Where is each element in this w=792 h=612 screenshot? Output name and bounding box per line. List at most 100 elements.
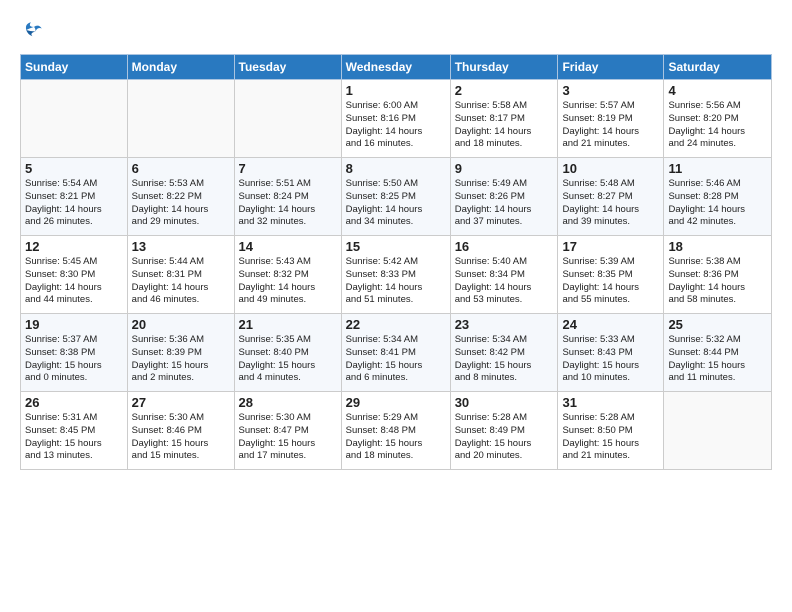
- calendar-body: 1 Sunrise: 6:00 AM Sunset: 8:16 PM Daylig…: [21, 80, 772, 470]
- logo-icon: [20, 16, 48, 44]
- day-number: 1: [346, 83, 446, 98]
- calendar-cell: 9 Sunrise: 5:49 AM Sunset: 8:26 PM Daylig…: [450, 158, 558, 236]
- cell-info: Sunrise: 5:54 AM Sunset: 8:21 PM Dayligh…: [25, 178, 123, 229]
- calendar-cell: 20 Sunrise: 5:36 AM Sunset: 8:39 PM Dayli…: [127, 314, 234, 392]
- cell-info: Sunrise: 5:57 AM Sunset: 8:19 PM Dayligh…: [562, 100, 659, 151]
- day-number: 4: [668, 83, 767, 98]
- calendar-cell: 30Sunrise: 5:28 AM Sunset: 8:49 PM Dayli…: [450, 392, 558, 470]
- logo: [20, 16, 52, 44]
- day-number: 12: [25, 239, 123, 254]
- calendar-cell: 31Sunrise: 5:28 AM Sunset: 8:50 PM Dayli…: [558, 392, 664, 470]
- cell-info: Sunrise: 5:36 AM Sunset: 8:39 PM Dayligh…: [132, 334, 230, 385]
- calendar-cell: 11 Sunrise: 5:46 AM Sunset: 8:28 PM Dayli…: [664, 158, 772, 236]
- cell-info: Sunrise: 5:53 AM Sunset: 8:22 PM Dayligh…: [132, 178, 230, 229]
- calendar-cell: 13 Sunrise: 5:44 AM Sunset: 8:31 PM Dayli…: [127, 236, 234, 314]
- day-number: 19: [25, 317, 123, 332]
- calendar-week-row: 26 Sunrise: 5:31 AM Sunset: 8:45 PM Dayli…: [21, 392, 772, 470]
- calendar-cell: 16 Sunrise: 5:40 AM Sunset: 8:34 PM Dayli…: [450, 236, 558, 314]
- calendar-cell: 29Sunrise: 5:29 AM Sunset: 8:48 PM Dayli…: [341, 392, 450, 470]
- calendar-week-row: 12 Sunrise: 5:45 AM Sunset: 8:30 PM Dayli…: [21, 236, 772, 314]
- calendar-week-row: 1 Sunrise: 6:00 AM Sunset: 8:16 PM Daylig…: [21, 80, 772, 158]
- day-number: 23: [455, 317, 554, 332]
- calendar-cell: 12 Sunrise: 5:45 AM Sunset: 8:30 PM Dayli…: [21, 236, 128, 314]
- cell-info: Sunrise: 6:00 AM Sunset: 8:16 PM Dayligh…: [346, 100, 446, 151]
- day-number: 22: [346, 317, 446, 332]
- calendar-cell: 18 Sunrise: 5:38 AM Sunset: 8:36 PM Dayli…: [664, 236, 772, 314]
- day-of-week-header: Tuesday: [234, 55, 341, 80]
- day-number: 24: [562, 317, 659, 332]
- calendar-cell: 26 Sunrise: 5:31 AM Sunset: 8:45 PM Dayli…: [21, 392, 128, 470]
- day-of-week-header: Monday: [127, 55, 234, 80]
- cell-info: Sunrise: 5:28 AM Sunset: 8:50 PM Dayligh…: [562, 412, 659, 463]
- cell-info: Sunrise: 5:37 AM Sunset: 8:38 PM Dayligh…: [25, 334, 123, 385]
- cell-info: Sunrise: 5:35 AM Sunset: 8:40 PM Dayligh…: [239, 334, 337, 385]
- calendar-cell: [21, 80, 128, 158]
- day-number: 27: [132, 395, 230, 410]
- cell-info: Sunrise: 5:40 AM Sunset: 8:34 PM Dayligh…: [455, 256, 554, 307]
- calendar-cell: 2 Sunrise: 5:58 AM Sunset: 8:17 PM Daylig…: [450, 80, 558, 158]
- day-number: 28: [239, 395, 337, 410]
- cell-info: Sunrise: 5:51 AM Sunset: 8:24 PM Dayligh…: [239, 178, 337, 229]
- day-number: 18: [668, 239, 767, 254]
- day-number: 6: [132, 161, 230, 176]
- calendar-cell: 5 Sunrise: 5:54 AM Sunset: 8:21 PM Daylig…: [21, 158, 128, 236]
- calendar-cell: 28Sunrise: 5:30 AM Sunset: 8:47 PM Dayli…: [234, 392, 341, 470]
- day-number: 17: [562, 239, 659, 254]
- day-number: 2: [455, 83, 554, 98]
- day-of-week-header: Friday: [558, 55, 664, 80]
- calendar-cell: 8 Sunrise: 5:50 AM Sunset: 8:25 PM Daylig…: [341, 158, 450, 236]
- calendar-cell: 24 Sunrise: 5:33 AM Sunset: 8:43 PM Dayli…: [558, 314, 664, 392]
- day-number: 11: [668, 161, 767, 176]
- cell-info: Sunrise: 5:28 AM Sunset: 8:49 PM Dayligh…: [455, 412, 554, 463]
- day-number: 9: [455, 161, 554, 176]
- day-of-week-header: Thursday: [450, 55, 558, 80]
- day-number: 5: [25, 161, 123, 176]
- calendar-table: SundayMondayTuesdayWednesdayThursdayFrid…: [20, 54, 772, 470]
- calendar-cell: 1 Sunrise: 6:00 AM Sunset: 8:16 PM Daylig…: [341, 80, 450, 158]
- calendar-cell: 23 Sunrise: 5:34 AM Sunset: 8:42 PM Dayli…: [450, 314, 558, 392]
- cell-info: Sunrise: 5:48 AM Sunset: 8:27 PM Dayligh…: [562, 178, 659, 229]
- cell-info: Sunrise: 5:50 AM Sunset: 8:25 PM Dayligh…: [346, 178, 446, 229]
- cell-info: Sunrise: 5:34 AM Sunset: 8:41 PM Dayligh…: [346, 334, 446, 385]
- cell-info: Sunrise: 5:39 AM Sunset: 8:35 PM Dayligh…: [562, 256, 659, 307]
- day-number: 20: [132, 317, 230, 332]
- calendar-cell: 6 Sunrise: 5:53 AM Sunset: 8:22 PM Daylig…: [127, 158, 234, 236]
- calendar-week-row: 19 Sunrise: 5:37 AM Sunset: 8:38 PM Dayli…: [21, 314, 772, 392]
- cell-info: Sunrise: 5:45 AM Sunset: 8:30 PM Dayligh…: [25, 256, 123, 307]
- day-number: 3: [562, 83, 659, 98]
- calendar-cell: [234, 80, 341, 158]
- day-number: 29: [346, 395, 446, 410]
- calendar-cell: 15Sunrise: 5:42 AM Sunset: 8:33 PM Dayli…: [341, 236, 450, 314]
- calendar-cell: 22 Sunrise: 5:34 AM Sunset: 8:41 PM Dayli…: [341, 314, 450, 392]
- cell-info: Sunrise: 5:31 AM Sunset: 8:45 PM Dayligh…: [25, 412, 123, 463]
- cell-info: Sunrise: 5:49 AM Sunset: 8:26 PM Dayligh…: [455, 178, 554, 229]
- cell-info: Sunrise: 5:58 AM Sunset: 8:17 PM Dayligh…: [455, 100, 554, 151]
- calendar-cell: 10Sunrise: 5:48 AM Sunset: 8:27 PM Dayli…: [558, 158, 664, 236]
- day-of-week-header: Wednesday: [341, 55, 450, 80]
- calendar-week-row: 5 Sunrise: 5:54 AM Sunset: 8:21 PM Daylig…: [21, 158, 772, 236]
- calendar-cell: [664, 392, 772, 470]
- cell-info: Sunrise: 5:33 AM Sunset: 8:43 PM Dayligh…: [562, 334, 659, 385]
- cell-info: Sunrise: 5:32 AM Sunset: 8:44 PM Dayligh…: [668, 334, 767, 385]
- cell-info: Sunrise: 5:42 AM Sunset: 8:33 PM Dayligh…: [346, 256, 446, 307]
- calendar-cell: [127, 80, 234, 158]
- day-of-week-header: Saturday: [664, 55, 772, 80]
- cell-info: Sunrise: 5:43 AM Sunset: 8:32 PM Dayligh…: [239, 256, 337, 307]
- cell-info: Sunrise: 5:34 AM Sunset: 8:42 PM Dayligh…: [455, 334, 554, 385]
- day-number: 26: [25, 395, 123, 410]
- calendar-page: SundayMondayTuesdayWednesdayThursdayFrid…: [0, 0, 792, 612]
- day-number: 13: [132, 239, 230, 254]
- calendar-cell: 19 Sunrise: 5:37 AM Sunset: 8:38 PM Dayli…: [21, 314, 128, 392]
- day-number: 21: [239, 317, 337, 332]
- calendar-cell: 4 Sunrise: 5:56 AM Sunset: 8:20 PM Daylig…: [664, 80, 772, 158]
- day-number: 7: [239, 161, 337, 176]
- cell-info: Sunrise: 5:56 AM Sunset: 8:20 PM Dayligh…: [668, 100, 767, 151]
- day-number: 8: [346, 161, 446, 176]
- day-number: 16: [455, 239, 554, 254]
- cell-info: Sunrise: 5:44 AM Sunset: 8:31 PM Dayligh…: [132, 256, 230, 307]
- cell-info: Sunrise: 5:38 AM Sunset: 8:36 PM Dayligh…: [668, 256, 767, 307]
- cell-info: Sunrise: 5:46 AM Sunset: 8:28 PM Dayligh…: [668, 178, 767, 229]
- calendar-cell: 21 Sunrise: 5:35 AM Sunset: 8:40 PM Dayli…: [234, 314, 341, 392]
- calendar-header-row: SundayMondayTuesdayWednesdayThursdayFrid…: [21, 55, 772, 80]
- cell-info: Sunrise: 5:30 AM Sunset: 8:46 PM Dayligh…: [132, 412, 230, 463]
